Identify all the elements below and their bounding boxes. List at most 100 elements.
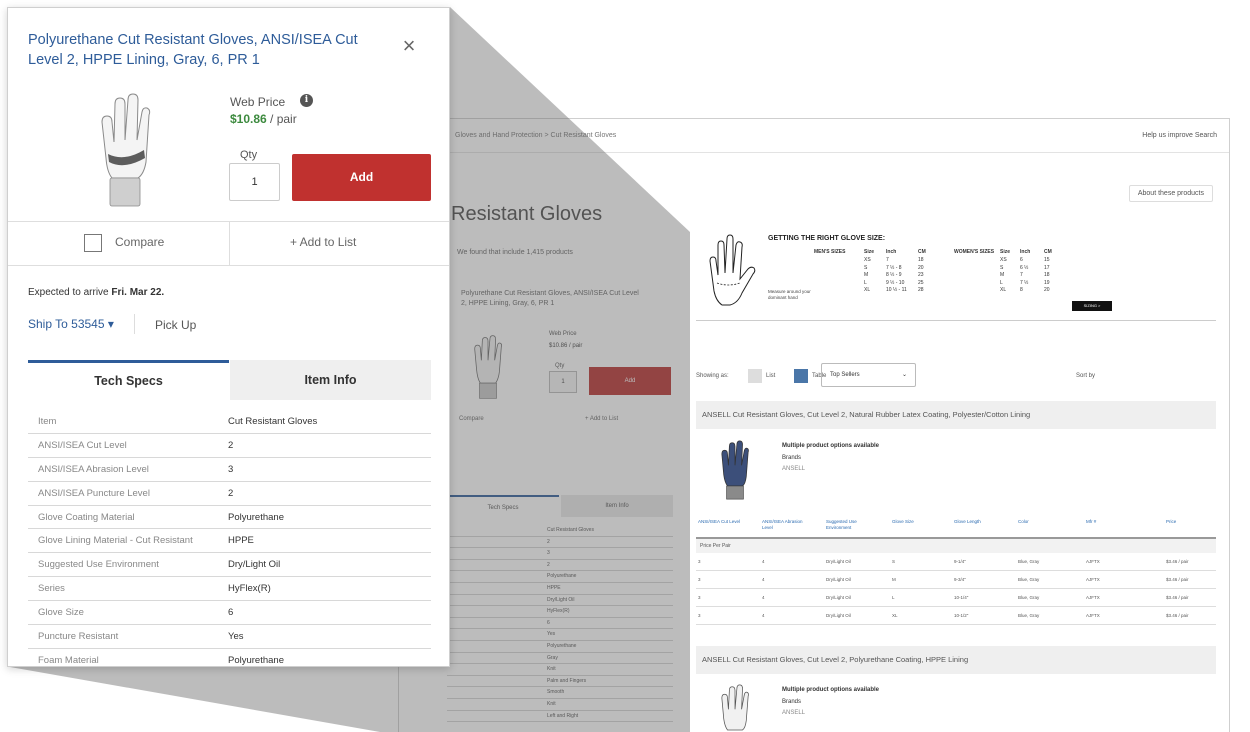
table-cell: 9-1/4": [954, 559, 966, 564]
size-chart-cell: 6 ½: [1020, 264, 1029, 271]
spec-value: Polyurethane: [228, 511, 284, 523]
table-column-header[interactable]: Mfr #: [1086, 519, 1136, 525]
table-cell: Blue, Gray: [1018, 559, 1040, 564]
add-to-list-link[interactable]: + Add to List: [585, 416, 618, 422]
spec-row: 6: [447, 618, 673, 630]
list-view-label[interactable]: List: [766, 373, 775, 379]
table-row[interactable]: 3 4 Dry/Light Oil S 9-1/4" Blue, Gray AJFTX $3.…: [696, 553, 1216, 571]
table-column-header[interactable]: ANSI/ISEA Abrasion Level: [762, 519, 812, 531]
spec-row: Gray: [447, 653, 673, 665]
product-group-header[interactable]: ANSELL Cut Resistant Gloves, Cut Level 2…: [696, 401, 1216, 429]
tab-item-info[interactable]: Item Info: [561, 495, 673, 517]
table-column-header[interactable]: Glove Size: [892, 519, 942, 525]
size-chart-cell: 7 ½ - 8: [886, 264, 902, 271]
add-to-cart-button[interactable]: Add: [292, 154, 431, 201]
price: $10.86 / pair: [549, 343, 583, 349]
sort-select[interactable]: Top Sellers ⌄: [821, 363, 916, 387]
table-cell: 3: [698, 613, 701, 618]
spec-row: Cut Resistant Gloves: [447, 525, 673, 537]
background-page: Gloves and Hand Protection > Cut Resista…: [398, 118, 1230, 732]
spec-row: Yes: [447, 629, 673, 641]
spec-row: 2: [447, 560, 673, 572]
tab-tech-specs[interactable]: Tech Specs: [28, 360, 229, 400]
spec-value: HPPE: [228, 535, 254, 547]
table-column-header[interactable]: ANSI/ISEA Cut Level: [698, 519, 748, 525]
info-icon[interactable]: i: [300, 94, 313, 107]
qty-input[interactable]: 1: [229, 163, 280, 201]
tab-item-info[interactable]: Item Info: [230, 360, 431, 400]
table-cell: 3: [698, 577, 701, 582]
qty-label: Qty: [555, 363, 565, 369]
size-chart-cell: CM: [1044, 249, 1052, 255]
spec-key: Suggested Use Environment: [38, 559, 159, 571]
divider: [229, 221, 230, 265]
list-view-icon[interactable]: [748, 369, 762, 383]
price-value: $10.86: [230, 112, 267, 126]
glove-image: [721, 440, 749, 500]
table-column-header[interactable]: Glove Length: [954, 519, 1004, 525]
spec-value: Polyurethane: [228, 654, 284, 666]
spec-row: ANSI/ISEA Cut Level 2: [28, 434, 431, 458]
size-chart-cell: XS: [864, 257, 871, 263]
price-unit: / pair: [266, 112, 297, 126]
size-chart-cell: CM: [918, 249, 926, 255]
hand-measure-icon: [709, 234, 756, 306]
spec-row: Knit: [447, 699, 673, 711]
table-cell: 4: [762, 595, 765, 600]
size-chart-cell: 17: [1044, 264, 1050, 271]
card-title[interactable]: Polyurethane Cut Resistant Gloves, ANSI/…: [461, 289, 641, 309]
table-column-header[interactable]: Price: [1166, 519, 1216, 525]
table-view-icon[interactable]: [794, 369, 808, 383]
glove-image: [101, 93, 151, 207]
help-improve-search-link[interactable]: Help us improve Search: [1142, 132, 1217, 139]
brand-value[interactable]: ANSELL: [782, 466, 805, 472]
spec-row: Glove Size 6: [28, 601, 431, 626]
breadcrumb[interactable]: Gloves and Hand Protection > Cut Resista…: [455, 132, 616, 139]
size-chart-cell: Inch: [886, 249, 897, 255]
table-row[interactable]: 3 4 Dry/Light Oil XL 10-1/2" Blue, Gray AJFTX $…: [696, 607, 1216, 625]
sizing-button[interactable]: SIZING >: [1072, 301, 1112, 311]
add-button[interactable]: Add: [589, 367, 671, 395]
compare-checkbox[interactable]: Compare: [459, 416, 484, 422]
table-column-header[interactable]: Color: [1018, 519, 1068, 525]
pick-up-option[interactable]: Pick Up: [155, 318, 196, 332]
tech-specs-table: Item Cut Resistant Gloves ANSI/ISEA Cut Le…: [28, 410, 431, 666]
table-cell: Blue, Gray: [1018, 595, 1040, 600]
tab-tech-specs[interactable]: Tech Specs: [447, 495, 559, 517]
size-chart-cell: 18: [1044, 272, 1050, 278]
product-group-header[interactable]: ANSELL Cut Resistant Gloves, Cut Level 2…: [696, 646, 1216, 674]
glove-image: [721, 684, 749, 731]
spec-row: 3: [447, 548, 673, 560]
compare-checkbox[interactable]: [84, 234, 102, 252]
add-to-list-link[interactable]: + Add to List: [290, 235, 356, 249]
popup-title[interactable]: Polyurethane Cut Resistant Gloves, ANSI/…: [28, 30, 368, 70]
size-chart-cell: L: [1000, 279, 1003, 286]
spec-row: HPPE: [447, 583, 673, 595]
spec-value: HyFlex(R): [228, 583, 271, 595]
spec-key: Item: [38, 416, 57, 427]
size-chart-cell: L: [864, 279, 867, 286]
table-row[interactable]: 3 4 Dry/Light Oil M 9-3/4" Blue, Gray AJFTX $3.…: [696, 571, 1216, 589]
about-products-button[interactable]: About these products: [1128, 185, 1213, 202]
compare-label[interactable]: Compare: [115, 235, 164, 249]
close-icon[interactable]: ×: [394, 32, 424, 62]
table-row[interactable]: 3 4 Dry/Light Oil L 10-1/4" Blue, Gray AJFTX $3…: [696, 589, 1216, 607]
table-cell: Dry/Light Oil: [826, 595, 851, 600]
spec-row: Palm and Fingers: [447, 676, 673, 688]
brand-value[interactable]: ANSELL: [782, 710, 805, 716]
spec-key: Glove Coating Material: [38, 511, 135, 523]
spec-value: Yes: [228, 631, 244, 643]
spec-key: Glove Lining Material - Cut Resistant: [38, 535, 193, 547]
spec-row: Polyurethane: [447, 641, 673, 653]
size-chart-cell: XS: [1000, 257, 1007, 263]
size-chart-cell: 20: [1044, 287, 1050, 293]
size-chart-cell: XL: [1000, 287, 1007, 293]
divider: [134, 314, 135, 334]
size-chart-cell: 7: [886, 257, 889, 263]
size-chart-cell: 6: [1020, 257, 1023, 263]
size-chart-cell: 10 ½ - 11: [886, 287, 907, 293]
table-column-header[interactable]: Suggested Use Environment: [826, 519, 876, 531]
qty-input[interactable]: 1: [549, 371, 577, 393]
ship-to-dropdown[interactable]: Ship To 53545 ▾: [28, 317, 114, 331]
brands-label: Brands: [782, 699, 802, 705]
